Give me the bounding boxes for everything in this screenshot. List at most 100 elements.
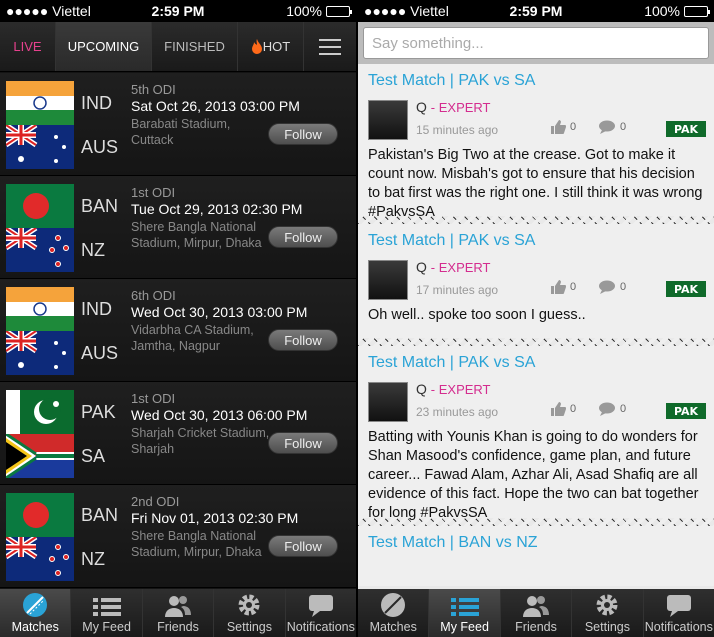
feed-screen: ●●●●● Viettel 2:59 PM 100% Test Match | … xyxy=(358,0,714,637)
list-icon xyxy=(92,598,121,616)
post-match-title[interactable]: Test Match | PAK vs SA xyxy=(368,72,704,90)
feed-post[interactable]: Test Match | PAK vs SA Q - EXPERT 15 min… xyxy=(358,64,714,220)
tab-finished[interactable]: FINISHED xyxy=(152,22,238,71)
hamburger-icon xyxy=(319,38,341,55)
menu-button[interactable] xyxy=(304,22,356,71)
post-body: Oh well.. spoke too soon I guess.. xyxy=(368,307,586,323)
nav-settings[interactable]: Settings xyxy=(214,589,286,637)
cricket-ball-icon xyxy=(381,593,406,617)
battery-label: 100% xyxy=(644,3,680,19)
follow-button[interactable]: Follow xyxy=(268,535,338,557)
india-flag-icon xyxy=(6,287,74,331)
follow-button[interactable]: Follow xyxy=(268,226,338,248)
avatar[interactable] xyxy=(368,100,408,140)
author-name: Q xyxy=(416,381,427,397)
match-row[interactable]: IND AUS 5th ODI Sat Oct 26, 2013 03:00 P… xyxy=(0,73,356,176)
nav-friends-label: Friends xyxy=(515,620,557,634)
feed-post[interactable]: Test Match | PAK vs SA Q - EXPERT 17 min… xyxy=(358,224,714,338)
battery-indicator: 100% xyxy=(286,3,352,19)
nav-matches-label: Matches xyxy=(369,620,417,634)
nav-notifications[interactable]: Notifications xyxy=(285,589,356,637)
comment-icon xyxy=(599,402,615,416)
nav-settings[interactable]: Settings xyxy=(572,589,644,637)
post-match-title[interactable]: Test Match | PAK vs SA xyxy=(368,232,704,250)
match-type: 2nd ODI xyxy=(131,494,180,509)
comment-icon xyxy=(599,120,615,134)
author-role: - EXPERT xyxy=(430,260,491,275)
comment-button[interactable]: 0 xyxy=(598,280,626,294)
match-list: IND AUS 5th ODI Sat Oct 26, 2013 03:00 P… xyxy=(0,73,356,589)
bottom-tab-bar: Matches My Feed Friends Settings Notific… xyxy=(358,589,714,637)
nav-my-feed-label: My Feed xyxy=(82,620,131,634)
match-type: 1st ODI xyxy=(131,185,176,200)
comment-button[interactable]: 0 xyxy=(598,120,626,134)
post-divider xyxy=(358,338,714,346)
match-date: Sat Oct 26, 2013 03:00 PM xyxy=(131,98,300,114)
cricket-ball-icon xyxy=(23,593,48,617)
match-row[interactable]: IND AUS 6th ODI Wed Oct 30, 2013 03:00 P… xyxy=(0,279,356,382)
avatar[interactable] xyxy=(368,260,408,300)
match-row[interactable]: PAK SA 1st ODI Wed Oct 30, 2013 06:00 PM… xyxy=(0,382,356,485)
match-type: 6th ODI xyxy=(131,288,176,303)
team1-label: IND xyxy=(81,299,112,319)
post-author: Q - EXPERT xyxy=(416,259,491,275)
like-button[interactable]: 0 xyxy=(550,279,576,295)
team2-label: AUS xyxy=(81,137,119,157)
team1-label: PAK xyxy=(81,402,116,422)
nav-friends[interactable]: Friends xyxy=(142,589,215,637)
team-tag: PAK xyxy=(666,403,706,419)
status-bar: ●●●●● Viettel 2:59 PM 100% xyxy=(0,0,356,22)
like-button[interactable]: 0 xyxy=(550,401,576,417)
post-match-title[interactable]: Test Match | BAN vs NZ xyxy=(368,534,704,552)
compose-input[interactable] xyxy=(363,27,709,59)
like-count: 0 xyxy=(570,121,577,133)
match-row[interactable]: BAN NZ 1st ODI Tue Oct 29, 2013 02:30 PM… xyxy=(0,176,356,279)
nav-my-feed[interactable]: My Feed xyxy=(71,589,143,637)
nav-my-feed[interactable]: My Feed xyxy=(429,589,501,637)
feed-list: Test Match | PAK vs SA Q - EXPERT 15 min… xyxy=(358,64,714,589)
tab-hot[interactable]: HOT xyxy=(238,22,304,71)
nav-matches[interactable]: Matches xyxy=(0,589,72,637)
tab-live[interactable]: LIVE xyxy=(0,22,56,71)
author-name: Q xyxy=(416,259,427,275)
pakistan-flag-icon xyxy=(6,390,74,434)
bangladesh-flag-icon xyxy=(6,184,74,228)
comment-count: 0 xyxy=(620,121,627,133)
like-button[interactable]: 0 xyxy=(550,119,576,135)
compose-bar xyxy=(358,22,714,64)
nav-matches-label: Matches xyxy=(11,620,59,634)
post-match-title[interactable]: Test Match | PAK vs SA xyxy=(368,354,704,372)
match-row[interactable]: BAN NZ 2nd ODI Fri Nov 01, 2013 02:30 PM… xyxy=(0,485,356,588)
match-venue: Shere Bangla National Stadium, Mirpur, D… xyxy=(131,529,262,559)
battery-label: 100% xyxy=(286,3,322,19)
match-date: Tue Oct 29, 2013 02:30 PM xyxy=(131,201,303,217)
post-author: Q - EXPERT xyxy=(416,381,491,397)
nav-matches[interactable]: Matches xyxy=(358,589,430,637)
match-venue: Barabati Stadium, Cuttack xyxy=(131,117,231,147)
nav-friends[interactable]: Friends xyxy=(500,589,573,637)
nav-notifications[interactable]: Notifications xyxy=(643,589,714,637)
match-tabs: LIVE UPCOMING FINISHED HOT xyxy=(0,22,356,72)
follow-button[interactable]: Follow xyxy=(268,329,338,351)
follow-button[interactable]: Follow xyxy=(268,123,338,145)
author-role: - EXPERT xyxy=(430,100,491,115)
feed-post[interactable]: Test Match | BAN vs NZ xyxy=(358,526,714,586)
bangladesh-flag-icon xyxy=(6,493,74,537)
tab-upcoming[interactable]: UPCOMING xyxy=(56,22,152,71)
comment-button[interactable]: 0 xyxy=(598,402,626,416)
australia-flag-icon xyxy=(6,331,74,375)
nav-notifications-label: Notifications xyxy=(286,620,355,634)
match-type: 1st ODI xyxy=(131,391,176,406)
like-count: 0 xyxy=(570,403,577,415)
speech-bubble-icon xyxy=(666,595,691,617)
follow-button[interactable]: Follow xyxy=(268,432,338,454)
battery-indicator: 100% xyxy=(644,3,710,19)
feed-post[interactable]: Test Match | PAK vs SA Q - EXPERT 23 min… xyxy=(358,346,714,521)
post-body: Pakistan's Big Two at the crease. Got to… xyxy=(368,147,703,220)
comment-count: 0 xyxy=(620,281,627,293)
india-flag-icon xyxy=(6,81,74,125)
new-zealand-flag-icon xyxy=(6,228,74,272)
author-name: Q xyxy=(416,99,427,115)
tab-hot-label: HOT xyxy=(262,39,291,54)
avatar[interactable] xyxy=(368,382,408,422)
